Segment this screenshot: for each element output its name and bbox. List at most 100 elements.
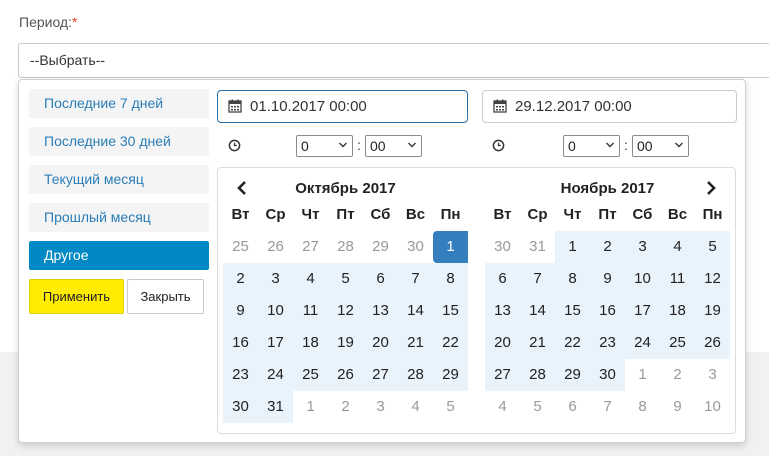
day-cell[interactable]: 7 (590, 391, 625, 423)
day-cell[interactable]: 7 (398, 263, 433, 295)
day-cell[interactable]: 26 (328, 359, 363, 391)
day-cell[interactable]: 5 (695, 231, 730, 263)
day-cell[interactable]: 1 (625, 359, 660, 391)
day-cell[interactable]: 13 (485, 295, 520, 327)
day-cell[interactable]: 27 (293, 231, 328, 263)
day-cell[interactable]: 11 (293, 295, 328, 327)
day-cell[interactable]: 3 (695, 359, 730, 391)
day-cell[interactable]: 17 (258, 327, 293, 359)
day-cell[interactable]: 23 (590, 327, 625, 359)
day-cell[interactable]: 8 (555, 263, 590, 295)
day-cell[interactable]: 5 (328, 263, 363, 295)
day-cell[interactable]: 25 (660, 327, 695, 359)
day-cell[interactable]: 5 (433, 391, 468, 423)
day-cell[interactable]: 12 (328, 295, 363, 327)
day-cell[interactable]: 16 (590, 295, 625, 327)
day-cell[interactable]: 26 (695, 327, 730, 359)
day-cell[interactable]: 27 (363, 359, 398, 391)
day-cell[interactable]: 2 (660, 359, 695, 391)
day-cell[interactable]: 12 (695, 263, 730, 295)
day-cell[interactable]: 1 (293, 391, 328, 423)
selected-day-cell[interactable]: 1 (433, 231, 468, 263)
day-cell[interactable]: 29 (363, 231, 398, 263)
day-cell[interactable]: 19 (328, 327, 363, 359)
day-cell[interactable]: 1 (555, 231, 590, 263)
day-cell[interactable]: 15 (555, 295, 590, 327)
day-cell[interactable]: 11 (660, 263, 695, 295)
day-cell[interactable]: 5 (520, 391, 555, 423)
required-mark: * (72, 14, 78, 30)
day-cell[interactable]: 20 (363, 327, 398, 359)
day-cell[interactable]: 31 (258, 391, 293, 423)
day-cell[interactable]: 7 (520, 263, 555, 295)
day-cell[interactable]: 25 (293, 359, 328, 391)
apply-button[interactable]: Применить (29, 279, 124, 314)
day-cell[interactable]: 3 (625, 231, 660, 263)
day-cell[interactable]: 9 (590, 263, 625, 295)
day-cell[interactable]: 22 (433, 327, 468, 359)
day-cell[interactable]: 23 (223, 359, 258, 391)
close-button[interactable]: Закрыть (127, 279, 204, 314)
day-cell[interactable]: 2 (328, 391, 363, 423)
start-minute-select[interactable]: 00 (365, 135, 422, 157)
day-cell[interactable]: 22 (555, 327, 590, 359)
start-date-input[interactable]: 01.10.2017 00:00 (217, 90, 468, 123)
day-cell[interactable]: 6 (555, 391, 590, 423)
day-cell[interactable]: 16 (223, 327, 258, 359)
day-cell[interactable]: 14 (520, 295, 555, 327)
day-cell[interactable]: 20 (485, 327, 520, 359)
day-cell[interactable]: 10 (695, 391, 730, 423)
day-cell[interactable]: 4 (660, 231, 695, 263)
range-previous-month[interactable]: Прошлый месяц (29, 203, 209, 232)
range-custom[interactable]: Другое (29, 241, 209, 270)
day-cell[interactable]: 31 (520, 231, 555, 263)
day-cell[interactable]: 18 (293, 327, 328, 359)
day-cell[interactable]: 10 (625, 263, 660, 295)
day-cell[interactable]: 9 (223, 295, 258, 327)
range-current-month[interactable]: Текущий месяц (29, 165, 209, 194)
day-cell[interactable]: 29 (555, 359, 590, 391)
day-cell[interactable]: 13 (363, 295, 398, 327)
day-cell[interactable]: 4 (293, 263, 328, 295)
day-cell[interactable]: 10 (258, 295, 293, 327)
clock-icon (228, 139, 241, 152)
day-cell[interactable]: 30 (590, 359, 625, 391)
end-minute-select[interactable]: 00 (632, 135, 689, 157)
day-cell[interactable]: 3 (258, 263, 293, 295)
chevron-right-icon[interactable] (703, 179, 719, 197)
day-cell[interactable]: 6 (363, 263, 398, 295)
day-cell[interactable]: 4 (485, 391, 520, 423)
day-cell[interactable]: 24 (625, 327, 660, 359)
day-cell[interactable]: 4 (398, 391, 433, 423)
day-cell[interactable]: 28 (328, 231, 363, 263)
day-cell[interactable]: 19 (695, 295, 730, 327)
day-cell[interactable]: 25 (223, 231, 258, 263)
day-cell[interactable]: 21 (520, 327, 555, 359)
day-cell[interactable]: 29 (433, 359, 468, 391)
day-cell[interactable]: 3 (363, 391, 398, 423)
end-date-input[interactable]: 29.12.2017 00:00 (482, 90, 737, 123)
day-cell[interactable]: 30 (398, 231, 433, 263)
period-select[interactable]: --Выбрать-- (18, 43, 769, 78)
day-cell[interactable]: 28 (398, 359, 433, 391)
day-cell[interactable]: 14 (398, 295, 433, 327)
day-cell[interactable]: 27 (485, 359, 520, 391)
day-cell[interactable]: 17 (625, 295, 660, 327)
day-cell[interactable]: 24 (258, 359, 293, 391)
day-cell[interactable]: 30 (485, 231, 520, 263)
end-hour-select[interactable]: 0 (563, 135, 620, 157)
day-cell[interactable]: 30 (223, 391, 258, 423)
day-cell[interactable]: 21 (398, 327, 433, 359)
day-cell[interactable]: 2 (590, 231, 625, 263)
range-last-7-days[interactable]: Последние 7 дней (29, 89, 209, 118)
day-cell[interactable]: 6 (485, 263, 520, 295)
day-cell[interactable]: 2 (223, 263, 258, 295)
day-cell[interactable]: 9 (660, 391, 695, 423)
day-cell[interactable]: 15 (433, 295, 468, 327)
day-cell[interactable]: 26 (258, 231, 293, 263)
day-cell[interactable]: 8 (433, 263, 468, 295)
day-cell[interactable]: 18 (660, 295, 695, 327)
day-cell[interactable]: 28 (520, 359, 555, 391)
day-cell[interactable]: 8 (625, 391, 660, 423)
start-hour-select[interactable]: 0 (296, 135, 353, 157)
